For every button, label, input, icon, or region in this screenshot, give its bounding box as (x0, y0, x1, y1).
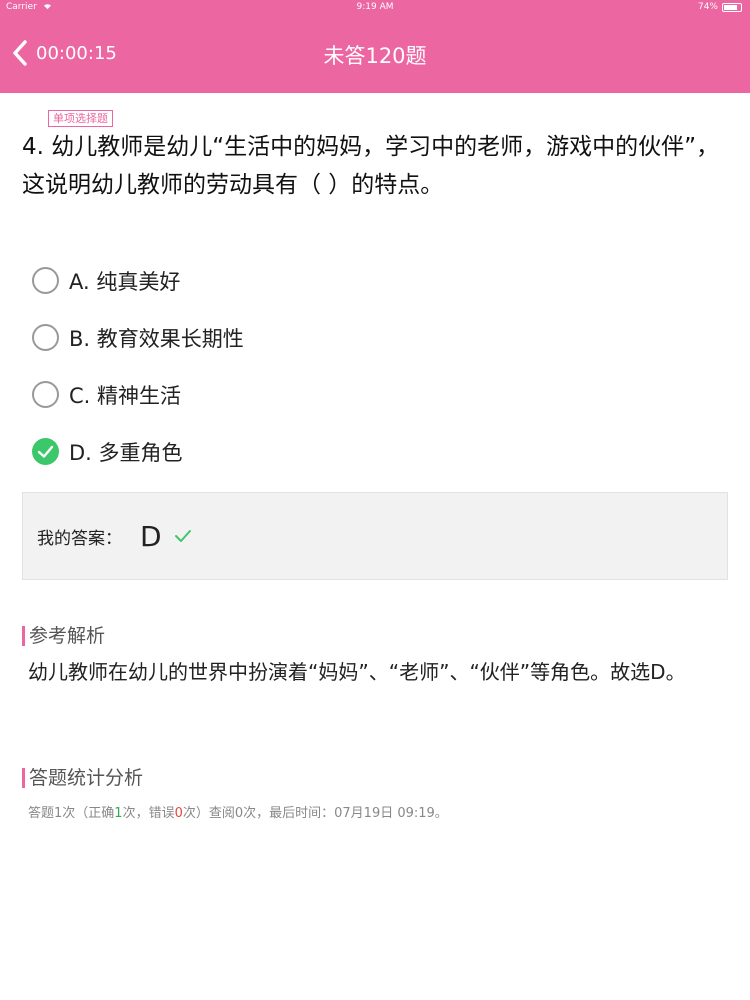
option-label: D. 多重角色 (69, 440, 183, 465)
correct-count: 1 (114, 806, 123, 821)
battery-indicator: 74% (698, 2, 742, 12)
option-a[interactable]: A. 纯真美好 (32, 252, 692, 309)
my-answer-panel: 我的答案： D (22, 492, 728, 580)
radio-unchecked-icon (32, 267, 59, 294)
wrong-count: 0 (174, 806, 183, 821)
question-type-badge: 单项选择题 (48, 110, 113, 127)
statistics-section: 答题统计分析 (22, 768, 143, 788)
option-label: A. 纯真美好 (69, 269, 181, 294)
explanation-title: 参考解析 (22, 626, 105, 646)
question-text: 4. 幼儿教师是幼儿“生活中的妈妈，学习中的老师，游戏中的伙伴”，这说明幼儿教师… (22, 134, 720, 198)
battery-icon (722, 2, 742, 12)
radio-unchecked-icon (32, 381, 59, 408)
stats-middle: 次，错误 (122, 806, 175, 821)
navigation-bar: Carrier 9:19 AM 74% 00:00:15 未答120题 (0, 0, 750, 93)
radio-unchecked-icon (32, 324, 59, 351)
status-bar: Carrier 9:19 AM 74% (0, 0, 750, 16)
checkmark-icon (174, 530, 191, 542)
stats-prefix: 答题1次（正确 (28, 806, 115, 821)
check-circle-icon (32, 438, 59, 465)
option-label: B. 教育效果长期性 (69, 326, 244, 351)
battery-percent: 74% (697, 2, 718, 12)
statistics-title: 答题统计分析 (22, 768, 143, 788)
explanation-section: 参考解析 (22, 626, 105, 646)
option-c[interactable]: C. 精神生活 (32, 366, 692, 423)
my-answer-value: D (140, 519, 162, 553)
option-b[interactable]: B. 教育效果长期性 (32, 309, 692, 366)
statistics-text: 答题1次（正确1次，错误0次）查阅0次，最后时间：07月19日 09:19。 (28, 802, 448, 821)
explanation-text: 幼儿教师在幼儿的世界中扮演着“妈妈”、“老师”、“伙伴”等角色。故选D。 (28, 660, 686, 684)
stats-suffix: 次）查阅0次，最后时间：07月19日 09:19。 (182, 806, 448, 821)
status-time: 9:19 AM (356, 2, 394, 12)
my-answer-label: 我的答案： (37, 528, 122, 549)
page-title: 未答120题 (323, 44, 427, 68)
option-label: C. 精神生活 (69, 383, 182, 408)
option-list: A. 纯真美好 B. 教育效果长期性 C. 精神生活 D. 多重角色 (32, 252, 692, 480)
option-d[interactable]: D. 多重角色 (32, 423, 692, 480)
